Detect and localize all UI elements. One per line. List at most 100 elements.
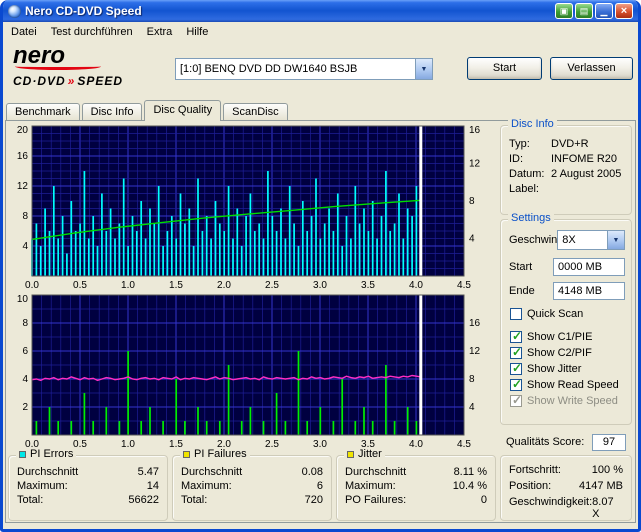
value: DVD+R <box>551 138 589 150</box>
label: Label: <box>509 183 539 195</box>
quality-score-value: 97 <box>592 433 626 451</box>
label: Datum: <box>509 168 545 180</box>
chevron-down-icon[interactable]: ▼ <box>415 59 432 79</box>
window-title: Nero CD-DVD Speed <box>25 4 142 18</box>
logo-accent-icon: » <box>67 74 76 88</box>
speed-select[interactable]: 8X ▼ <box>557 230 625 250</box>
logo-speed: SPEED <box>77 74 124 88</box>
stat-row-total: Total: 56622 <box>17 494 159 506</box>
svg-text:16: 16 <box>17 151 29 162</box>
end-input[interactable]: 4148 MB <box>553 282 625 300</box>
svg-text:2.5: 2.5 <box>265 280 279 291</box>
start-input[interactable]: 0000 MB <box>553 258 625 276</box>
start-label: Start <box>509 261 533 273</box>
svg-text:2: 2 <box>22 402 28 413</box>
checkbox-label: Show Jitter <box>527 363 582 375</box>
svg-text:8: 8 <box>22 318 28 329</box>
checkbox-label: Show C1/PIE <box>527 331 593 343</box>
svg-text:20: 20 <box>17 125 29 136</box>
value: INFOME R20 <box>551 153 618 165</box>
menu-item-datei[interactable]: Datei <box>4 23 44 41</box>
tab-benchmark[interactable]: Benchmark <box>6 103 80 120</box>
tab-bar: Benchmark Disc Info Disc Quality ScanDisc <box>6 100 290 121</box>
progress-row-position: Position: 4147 MB <box>509 480 623 492</box>
settings-panel: Settings Geschwin 8X ▼ Start 0000 MB End… <box>500 212 632 425</box>
disk-button[interactable]: ▤ <box>575 3 593 19</box>
close-button[interactable]: × <box>615 3 633 19</box>
svg-text:12: 12 <box>17 181 29 192</box>
svg-text:4: 4 <box>469 234 475 245</box>
quality-score-label: Qualitäts Score: <box>506 436 585 448</box>
pi-failures-jitter-chart: 1086421612840.0 0.5 1.0 1.5 2.0 2.5 3.0 3.5 4.0 4… <box>17 294 481 450</box>
progress-panel: Fortschritt: 100 % Position: 4147 MB Geschwi… <box>500 455 632 521</box>
svg-text:4.5: 4.5 <box>457 439 471 450</box>
checkbox-show-read-speed[interactable]: Show Read Speed <box>510 377 629 391</box>
checkbox-quick-scan[interactable]: Quick Scan <box>510 308 629 320</box>
svg-text:0.0: 0.0 <box>25 280 39 291</box>
disc-info-row-typ: Typ: DVD+R <box>509 138 627 150</box>
stat-row-maximum: Maximum: 10.4 % <box>345 480 487 492</box>
svg-text:12: 12 <box>469 159 481 170</box>
checkbox-show-c1-pie[interactable]: Show C1/PIE <box>510 329 629 343</box>
drive-select[interactable]: [1:0] BENQ DVD DD DW1640 BSJB ▼ <box>175 58 433 80</box>
checkbox-box[interactable] <box>510 361 522 375</box>
svg-text:2.0: 2.0 <box>217 280 231 291</box>
pi-errors-chart: 20 16 12 8 4 16 12 8 4 0.0 0.5 1.0 1.5 2.0 2.5 3.0 3.5 4.… <box>17 125 481 291</box>
disc-info-row-label: Label: <box>509 183 627 195</box>
disc-info-title: Disc Info <box>508 118 557 130</box>
svg-text:4: 4 <box>22 374 28 385</box>
disc-info-row-datum: Datum: 2 August 2005 <box>509 168 627 180</box>
stat-row-durchschnitt: Durchschnitt 8.11 % <box>345 466 487 478</box>
logo-cddvd: CD·DVD <box>13 74 66 88</box>
tab-disc-quality[interactable]: Disc Quality <box>144 100 222 121</box>
tab-disc-info[interactable]: Disc Info <box>81 103 143 120</box>
stat-box-title: PI Errors <box>16 448 77 460</box>
stat-box-title: Jitter <box>344 448 385 460</box>
stat-row-total: Total: 720 <box>181 494 323 506</box>
exit-button[interactable]: Verlassen <box>550 57 633 80</box>
svg-text:6: 6 <box>22 346 28 357</box>
label: ID: <box>509 153 524 165</box>
chevron-down-icon[interactable]: ▼ <box>607 231 624 249</box>
quality-score-panel: Qualitäts Score: 97 <box>500 431 632 453</box>
legend-marker-icon <box>183 450 190 458</box>
menu-item-extra[interactable]: Extra <box>140 23 180 41</box>
checkbox-box[interactable] <box>510 377 522 391</box>
checkbox-label: Show C2/PIF <box>527 347 592 359</box>
checkbox-box[interactable] <box>510 329 522 343</box>
tab-scandisc[interactable]: ScanDisc <box>223 103 288 120</box>
checkbox-show-jitter[interactable]: Show Jitter <box>510 361 629 375</box>
svg-text:4: 4 <box>22 241 28 252</box>
checkbox-label: Show Read Speed <box>527 379 619 391</box>
disc-info-panel: Disc Info Typ: DVD+R ID: INFOME R20 Datum: 2 … <box>500 118 632 215</box>
app-window: Nero CD-DVD Speed ▣ ▤ ▁ × Datei Test durchfü… <box>0 0 641 532</box>
stat-box-pi-failures: PI Failures Durchschnitt 0.08 Maximum: 6 Tota… <box>172 448 332 521</box>
svg-text:4: 4 <box>469 402 475 413</box>
checkbox-box[interactable] <box>510 308 522 320</box>
checkbox-show-c2-pif[interactable]: Show C2/PIF <box>510 345 629 359</box>
menu-item-hilfe[interactable]: Hilfe <box>179 23 215 41</box>
svg-text:0.5: 0.5 <box>73 280 87 291</box>
settings-title: Settings <box>508 212 554 224</box>
svg-text:8: 8 <box>469 374 475 385</box>
stat-row-durchschnitt: Durchschnitt 0.08 <box>181 466 323 478</box>
disc-info-rows: Typ: DVD+R ID: INFOME R20 Datum: 2 August 200… <box>509 138 627 198</box>
checkbox-box[interactable] <box>510 345 522 359</box>
speed-select-value: 8X <box>562 234 576 246</box>
checkbox-show-write-speed[interactable]: Show Write Speed <box>510 393 629 407</box>
panel-button[interactable]: ▣ <box>555 3 573 19</box>
checkbox-label: Show Write Speed <box>527 395 618 407</box>
end-label: Ende <box>509 285 535 297</box>
nero-logo: nero CD·DVD» SPEED <box>13 44 168 89</box>
svg-text:4.5: 4.5 <box>457 280 471 291</box>
progress-row-fortschritt: Fortschritt: 100 % <box>509 464 623 476</box>
svg-text:2.5: 2.5 <box>265 439 279 450</box>
menu-item-test-durchf-hren[interactable]: Test durchführen <box>44 23 140 41</box>
logo-text-product: CD·DVD» SPEED <box>13 74 168 88</box>
checkbox-box[interactable] <box>510 393 522 407</box>
disc-info-row-id: ID: INFOME R20 <box>509 153 627 165</box>
stats-strip: PI Errors Durchschnitt 5.47 Maximum: 14 Total… <box>8 448 497 521</box>
settings-checkboxes: Quick Scan Show C1/PIE Show C2/PIF Show Jit… <box>510 308 629 411</box>
start-button[interactable]: Start <box>467 57 542 80</box>
minimize-button[interactable]: ▁ <box>595 3 613 19</box>
